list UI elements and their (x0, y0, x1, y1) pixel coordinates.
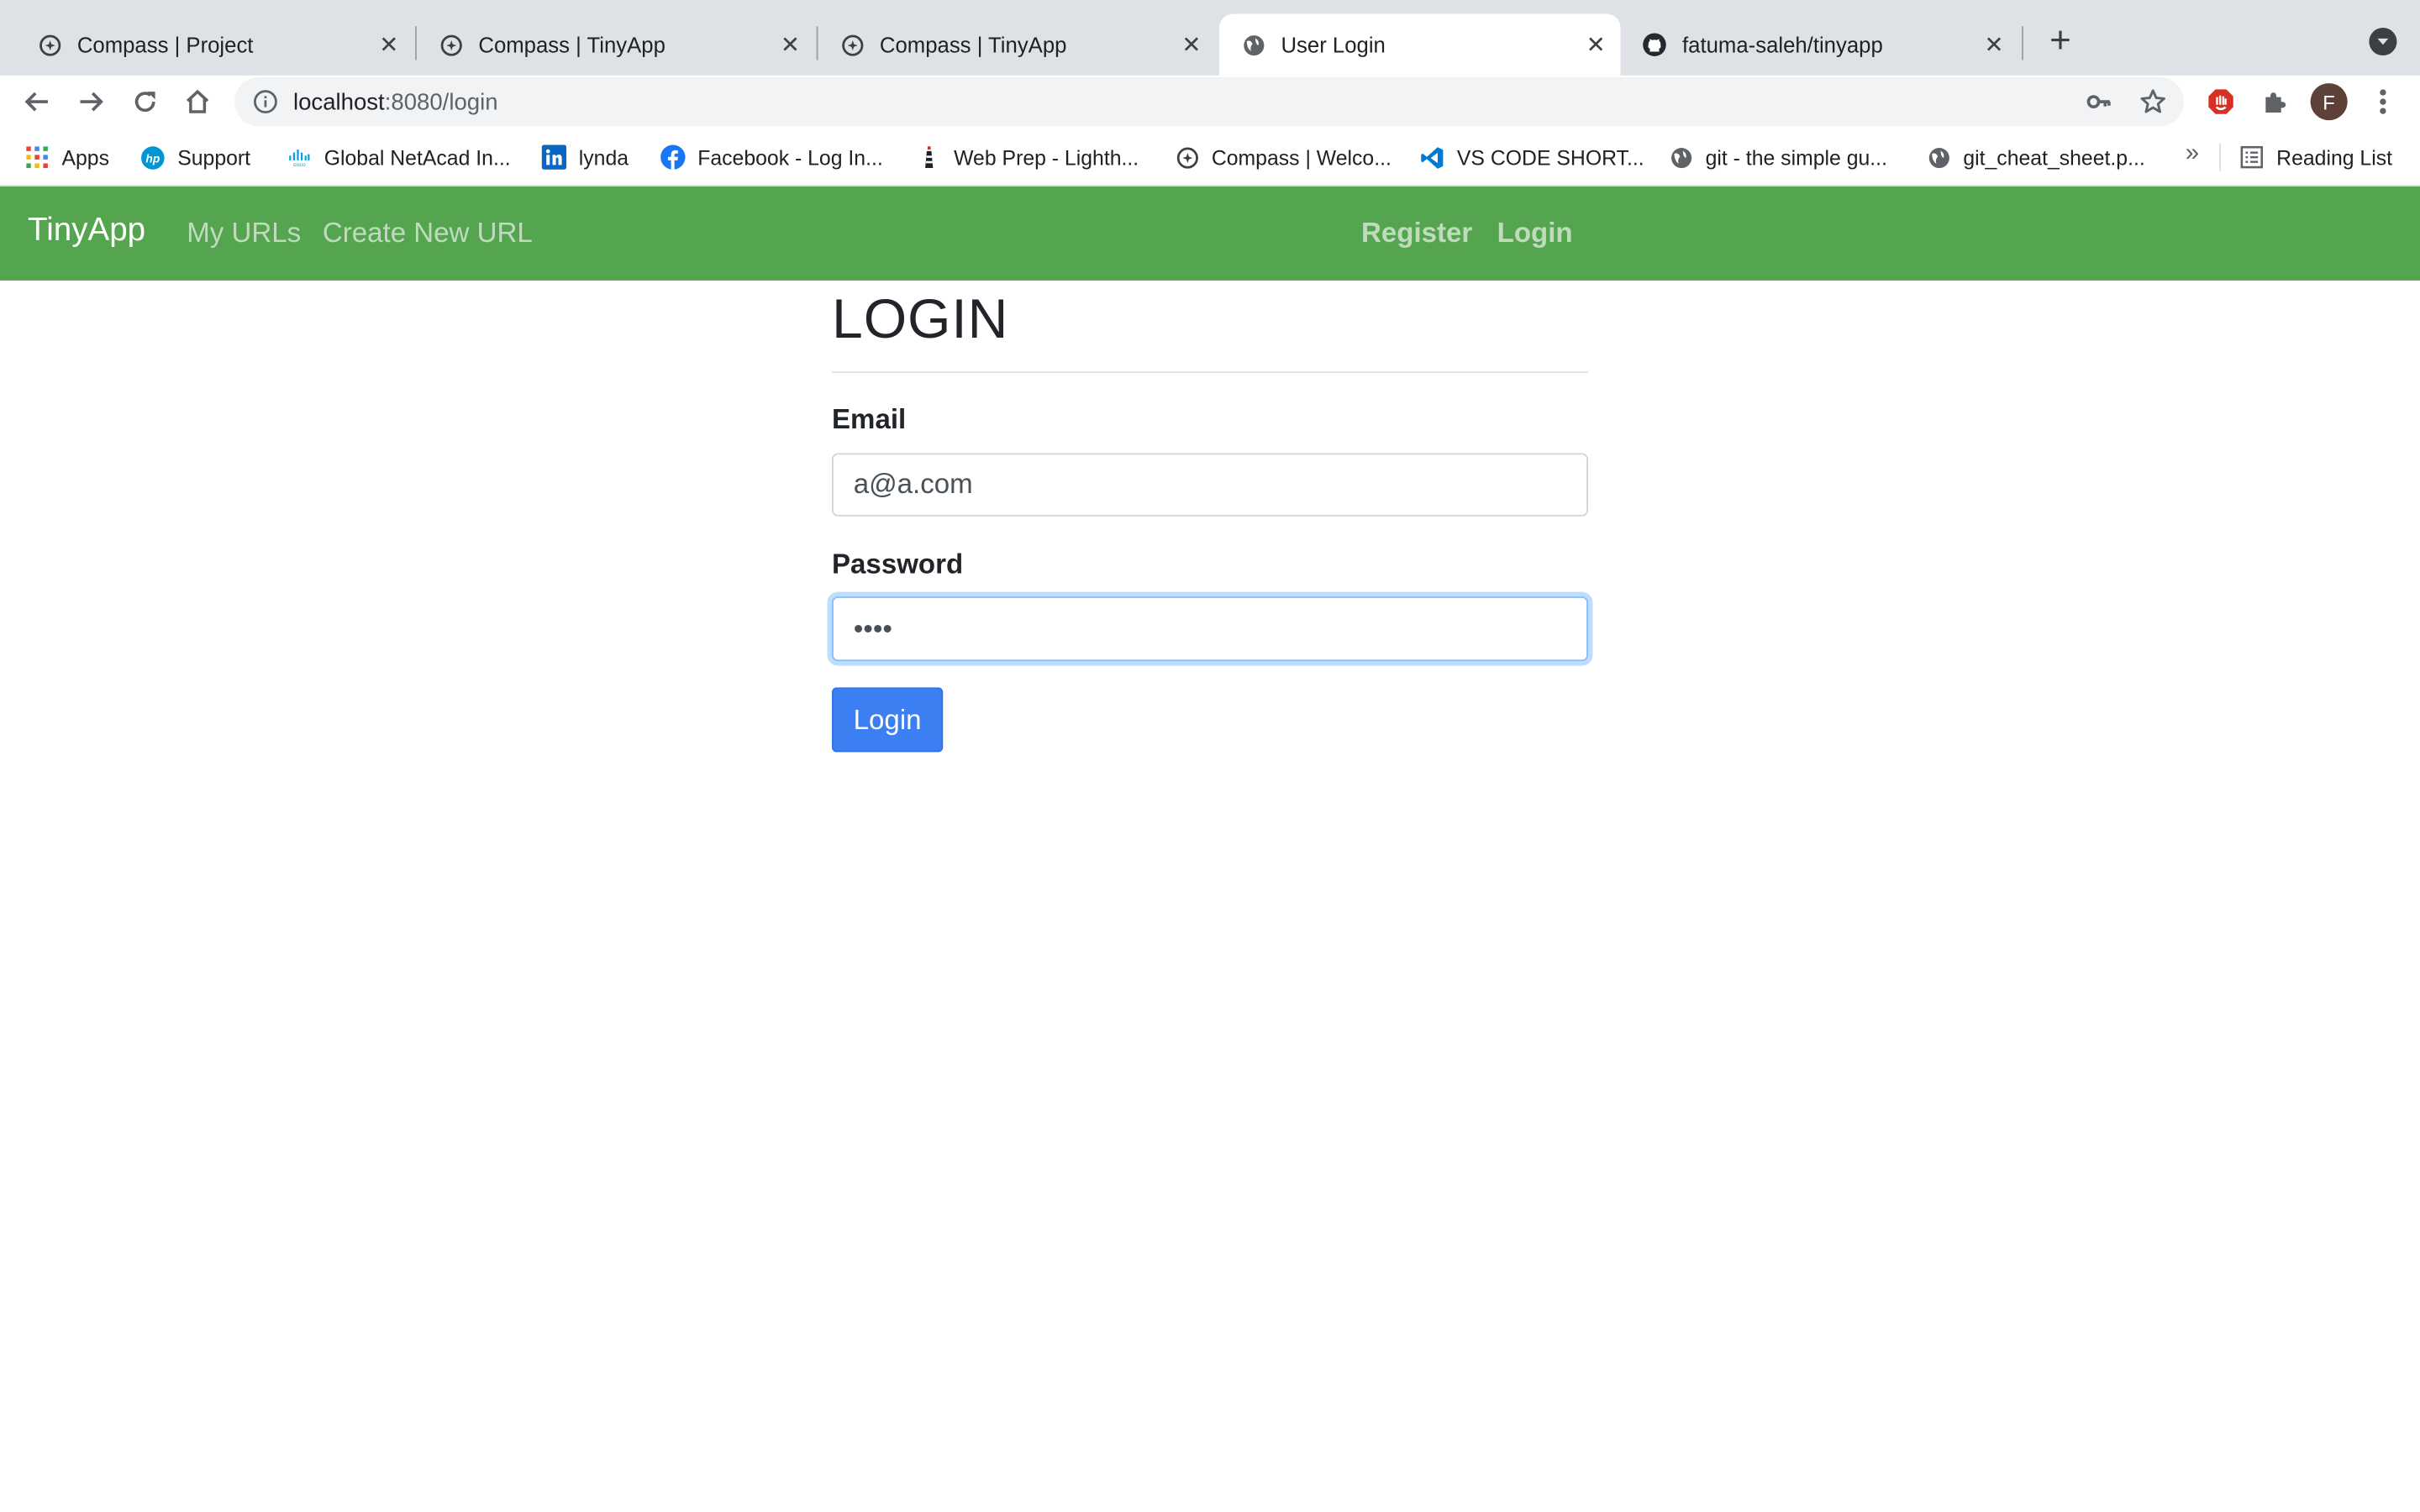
facebook-icon (660, 144, 686, 170)
tab-title: fatuma-saleh/tinyapp (1682, 32, 1883, 57)
svg-text:hp: hp (145, 152, 160, 165)
password-key-icon[interactable] (2085, 88, 2112, 116)
compass-icon (1175, 144, 1199, 169)
hp-icon: hp (140, 144, 165, 169)
login-form: LOGIN Email Password Login (831, 281, 1588, 753)
github-icon (1642, 33, 1666, 57)
brand-link[interactable]: TinyApp (28, 213, 145, 249)
close-icon[interactable]: ✕ (1979, 29, 2010, 60)
browser-tab[interactable]: fatuma-saleh/tinyapp ✕ (1621, 14, 2019, 76)
cisco-icon: cisco (287, 144, 312, 169)
tab-search-chevron-icon[interactable] (2369, 28, 2397, 56)
close-icon[interactable]: ✕ (373, 29, 404, 60)
bookmark-web-prep[interactable]: Web Prep - Lighth... (917, 142, 1139, 173)
globe-icon (1241, 33, 1265, 57)
bookmark-label: Global NetAcad In... (324, 145, 511, 169)
reading-list-label: Reading List (2276, 145, 2393, 169)
bookmark-label: git - the simple gu... (1705, 145, 1887, 169)
bookmark-compass[interactable]: Compass | Welco... (1175, 142, 1392, 173)
bookmark-support[interactable]: hp Support (140, 142, 250, 173)
nav-login[interactable]: Login (1497, 218, 1573, 250)
url-host: localhost (292, 88, 385, 115)
globe-icon (1926, 144, 1950, 169)
bookmarks-divider (2219, 143, 2222, 171)
adblock-stop-icon[interactable] (2207, 88, 2235, 116)
password-label: Password (831, 549, 964, 580)
bookmark-vscode[interactable]: VS CODE SHORT... (1420, 142, 1644, 173)
tab-title: Compass | TinyApp (879, 32, 1067, 57)
reading-list[interactable]: Reading List (2239, 142, 2392, 173)
bookmark-star-icon[interactable] (2139, 88, 2167, 116)
bookmark-label: Facebook - Log In... (697, 145, 883, 169)
site-info-icon[interactable] (253, 89, 277, 113)
bookmark-label: Compass | Welco... (1211, 145, 1392, 169)
close-icon[interactable]: ✕ (1581, 29, 1612, 60)
bookmark-git-cheat-sheet[interactable]: git_cheat_sheet.p... (1926, 142, 2145, 173)
compass-icon (37, 33, 61, 57)
new-tab-plus-icon[interactable]: + (2040, 20, 2081, 62)
lighthouse-icon (917, 144, 941, 169)
tab-title: Compass | Project (76, 32, 254, 57)
reload-icon[interactable] (122, 79, 168, 125)
bookmark-lynda[interactable]: lynda (541, 142, 629, 173)
profile-avatar[interactable]: F (2310, 83, 2348, 121)
browser-tab[interactable]: Compass | TinyApp ✕ (417, 14, 815, 76)
email-label: Email (831, 403, 907, 435)
bookmark-facebook[interactable]: Facebook - Log In... (660, 142, 883, 173)
reading-list-icon (2239, 144, 2264, 169)
browser-tab-strip: Compass | Project ✕ Compass | TinyApp ✕ … (0, 0, 2420, 76)
linkedin-icon (541, 144, 567, 170)
back-arrow-icon[interactable] (14, 79, 60, 125)
svg-text:cisco: cisco (293, 162, 306, 166)
url-path: :8080/login (384, 88, 498, 115)
browser-toolbar: localhost:8080/login F (0, 75, 2420, 129)
title-divider (831, 371, 1588, 374)
bookmarks-bar: Apps hp Support cisco Global NetAcad In.… (0, 128, 2420, 187)
bookmark-label: lynda (578, 145, 629, 169)
tab-divider (2022, 26, 2023, 60)
close-icon[interactable]: ✕ (1176, 29, 1207, 60)
url-text: localhost:8080/login (293, 89, 498, 115)
bookmark-apps[interactable]: Apps (24, 142, 109, 173)
more-bookmarks-chevron[interactable]: » (2186, 140, 2199, 168)
bookmark-netacad[interactable]: cisco Global NetAcad In... (287, 142, 511, 173)
globe-icon (1669, 144, 1693, 169)
close-icon[interactable]: ✕ (775, 29, 806, 60)
browser-tab[interactable]: Compass | TinyApp ✕ (818, 14, 1216, 76)
email-field[interactable] (831, 453, 1588, 517)
browser-tab-active[interactable]: User Login ✕ (1219, 13, 1621, 76)
forward-arrow-icon[interactable] (68, 79, 114, 125)
tab-title: Compass | TinyApp (478, 32, 666, 57)
bookmark-label: VS CODE SHORT... (1456, 145, 1644, 169)
nav-register[interactable]: Register (1361, 218, 1472, 250)
vscode-icon (1420, 144, 1444, 169)
compass-icon (439, 33, 463, 57)
app-navbar: TinyApp My URLs Create New URL Register … (0, 186, 2420, 281)
bookmark-label: git_cheat_sheet.p... (1963, 145, 2145, 169)
bookmark-git-guide[interactable]: git - the simple gu... (1669, 142, 1887, 173)
home-icon[interactable] (175, 79, 221, 125)
login-submit-button[interactable]: Login (831, 687, 944, 753)
bookmark-label: Support (177, 145, 251, 169)
bookmark-label: Apps (61, 145, 110, 169)
bookmark-label: Web Prep - Lighth... (954, 145, 1139, 169)
extensions-puzzle-icon[interactable] (2261, 88, 2289, 116)
page-title: LOGIN (831, 286, 1009, 350)
apps-grid-icon (24, 144, 49, 169)
tab-title: User Login (1281, 32, 1386, 57)
nav-my-urls[interactable]: My URLs (187, 218, 301, 250)
address-bar[interactable]: localhost:8080/login (234, 76, 2184, 127)
browser-menu-icon[interactable] (2369, 87, 2396, 118)
password-field[interactable] (831, 596, 1588, 662)
nav-create-new-url[interactable]: Create New URL (323, 218, 533, 250)
compass-icon (839, 33, 864, 57)
browser-tab[interactable]: Compass | Project ✕ (15, 14, 413, 76)
